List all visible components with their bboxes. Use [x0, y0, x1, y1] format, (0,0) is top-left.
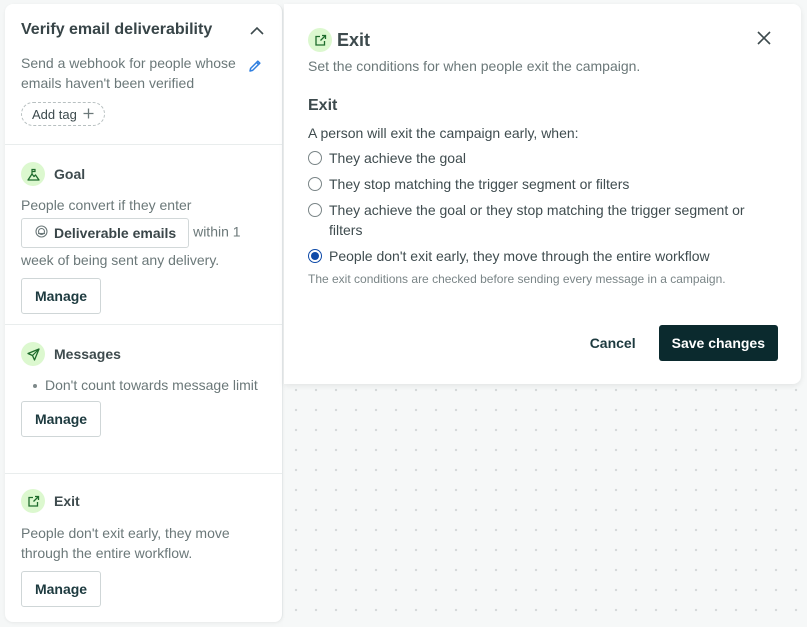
- workflow-title: Verify email deliverability: [21, 21, 213, 38]
- plus-icon: [83, 107, 94, 122]
- cancel-button[interactable]: Cancel: [584, 335, 642, 351]
- goal-text-before: People convert if they enter: [21, 197, 192, 213]
- exit-title: Exit: [54, 493, 80, 509]
- exit-hint: The exit conditions are checked before s…: [308, 272, 726, 286]
- chevron-up-icon[interactable]: [248, 21, 266, 39]
- modal-title: Exit: [337, 29, 371, 50]
- exit-section-label: Exit: [308, 97, 338, 114]
- external-link-icon: [21, 489, 45, 513]
- exit-option-achieve-goal[interactable]: They achieve the goal: [308, 148, 777, 168]
- modal-footer: Cancel Save changes: [584, 325, 778, 361]
- exit-option-no-early-exit[interactable]: People don't exit early, they move throu…: [308, 246, 777, 266]
- workflow-header-section: Verify email deliverability Send a webho…: [5, 4, 282, 145]
- messages-bullets: Don't count towards message limit: [21, 375, 266, 395]
- goal-manage-button[interactable]: Manage: [21, 278, 101, 314]
- exit-option-stop-matching[interactable]: They stop matching the trigger segment o…: [308, 174, 777, 194]
- workflow-description: Send a webhook for people whose emails h…: [21, 55, 236, 91]
- messages-section: Messages Don't count towards message lim…: [5, 325, 282, 474]
- radio-button[interactable]: [308, 151, 322, 165]
- save-changes-button[interactable]: Save changes: [658, 325, 778, 361]
- modal-subtitle: Set the conditions for when people exit …: [308, 58, 641, 74]
- goal-section: Goal People convert if they enter Delive…: [5, 145, 282, 325]
- option-label: They stop matching the trigger segment o…: [329, 176, 630, 192]
- radio-button-selected[interactable]: [308, 249, 322, 263]
- exit-manage-button[interactable]: Manage: [21, 571, 101, 607]
- segment-icon: [35, 221, 48, 246]
- radio-button[interactable]: [308, 177, 322, 191]
- option-label: People don't exit early, they move throu…: [329, 248, 710, 264]
- exit-option-goal-or-stop-matching[interactable]: They achieve the goal or they stop match…: [308, 200, 777, 240]
- add-tag-button[interactable]: Add tag: [21, 102, 105, 126]
- pencil-icon[interactable]: [248, 59, 264, 75]
- option-label: They achieve the goal: [329, 150, 466, 166]
- radio-button[interactable]: [308, 203, 322, 217]
- messages-bullet: Don't count towards message limit: [21, 375, 266, 395]
- close-icon[interactable]: [757, 31, 775, 49]
- exit-summary: People don't exit early, they move throu…: [21, 525, 230, 561]
- exit-options: They achieve the goal They stop matching…: [308, 148, 777, 266]
- workflow-settings-panel: Verify email deliverability Send a webho…: [5, 4, 283, 622]
- exit-prompt: A person will exit the campaign early, w…: [308, 125, 579, 141]
- external-link-icon: [308, 28, 332, 52]
- goal-title: Goal: [54, 166, 86, 182]
- option-label: They achieve the goal or they stop match…: [329, 202, 745, 238]
- mountain-flag-icon: [21, 162, 45, 186]
- paper-plane-icon: [21, 342, 45, 366]
- segment-pill[interactable]: Deliverable emails: [21, 218, 190, 248]
- exit-modal: Exit Set the conditions for when people …: [284, 4, 801, 384]
- exit-section: Exit People don't exit early, they move …: [5, 474, 282, 607]
- messages-manage-button[interactable]: Manage: [21, 401, 101, 437]
- segment-name: Deliverable emails: [54, 224, 177, 241]
- messages-title: Messages: [54, 346, 121, 362]
- add-tag-label: Add tag: [32, 106, 77, 122]
